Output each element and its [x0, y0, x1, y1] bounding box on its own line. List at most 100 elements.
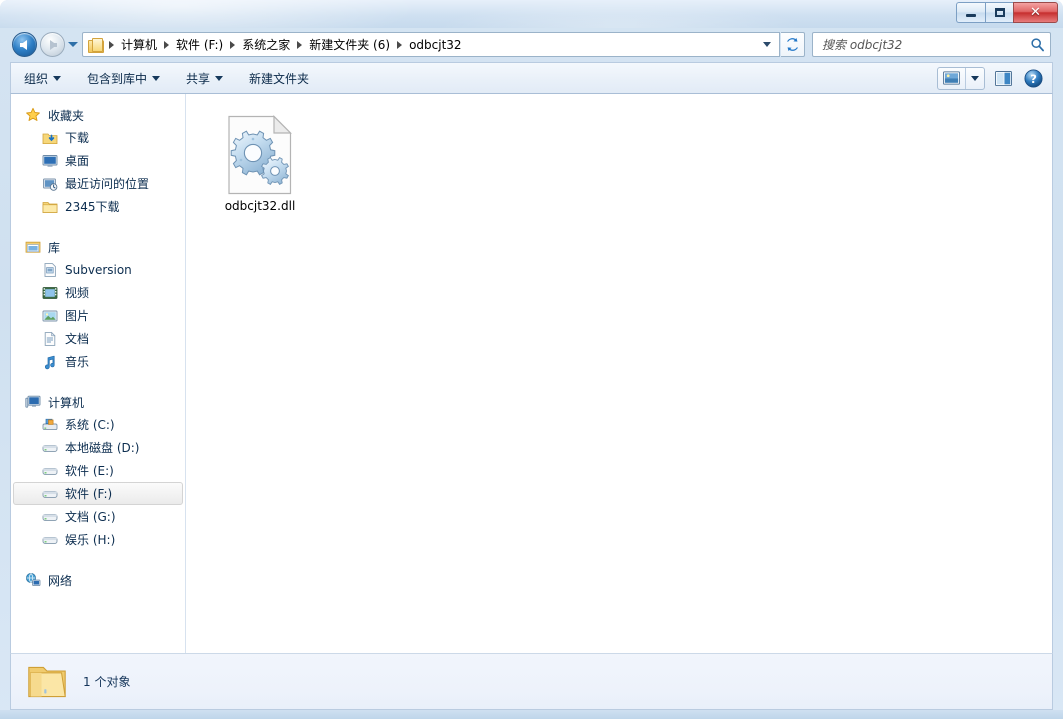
sidebar-header-favorites[interactable]: 收藏夹	[11, 104, 185, 126]
drive-icon	[42, 486, 58, 502]
breadcrumb-separator-icon[interactable]	[109, 41, 114, 49]
sidebar-item-label: 2345下载	[65, 198, 120, 215]
sidebar-item-label: 音乐	[65, 353, 89, 370]
sidebar-header-label: 计算机	[48, 394, 84, 411]
sidebar-header-label: 网络	[48, 572, 72, 589]
include-in-library-label: 包含到库中	[87, 70, 147, 87]
sidebar-item-label: 系统 (C:)	[65, 416, 115, 433]
organize-button[interactable]: 组织	[12, 65, 73, 92]
close-icon: ✕	[1030, 6, 1041, 19]
breadcrumb-item-2[interactable]: 系统之家	[238, 34, 294, 55]
sidebar-item-label: 桌面	[65, 152, 89, 169]
sidebar-header-network[interactable]: 网络	[11, 569, 185, 591]
close-button[interactable]: ✕	[1013, 2, 1058, 23]
library-icon	[25, 239, 41, 255]
sidebar-item-label: 视频	[65, 284, 89, 301]
new-folder-label: 新建文件夹	[249, 70, 309, 87]
nav-group-computer: 计算机 系统 (C:)	[11, 391, 185, 551]
download-folder-icon	[42, 130, 58, 146]
toolbar-right-group: ?	[937, 67, 1052, 90]
computer-icon	[25, 394, 41, 410]
breadcrumb-separator-icon[interactable]	[164, 41, 169, 49]
preview-pane-icon	[995, 71, 1012, 86]
breadcrumb: 计算机 软件 (F:) 系统之家 新建文件夹 (6) odbcjt32	[86, 34, 763, 55]
sidebar-item-drive-d[interactable]: 本地磁盘 (D:)	[13, 436, 183, 459]
maximize-icon	[995, 8, 1005, 17]
drive-icon	[42, 463, 58, 479]
folder-icon	[25, 662, 69, 702]
dll-gears-icon	[227, 115, 293, 195]
sidebar-item-label: 本地磁盘 (D:)	[65, 439, 139, 456]
minimize-icon	[966, 14, 976, 17]
sidebar-item-drive-h[interactable]: 娱乐 (H:)	[13, 528, 183, 551]
sidebar-item-documents[interactable]: 文档	[13, 327, 183, 350]
file-item[interactable]: odbcjt32.dll	[212, 110, 308, 220]
sidebar-header-computer[interactable]: 计算机	[11, 391, 185, 413]
view-dropdown-button[interactable]	[965, 68, 984, 89]
sidebar-item-drive-g[interactable]: 文档 (G:)	[13, 505, 183, 528]
documents-icon	[42, 331, 58, 347]
search-icon	[1024, 37, 1050, 52]
subversion-icon	[42, 262, 58, 278]
sidebar-item-desktop[interactable]: 桌面	[13, 149, 183, 172]
sidebar-item-label: 图片	[65, 307, 89, 324]
desktop-icon	[42, 153, 58, 169]
breadcrumb-separator-icon[interactable]	[297, 41, 302, 49]
titlebar[interactable]: ✕	[0, 0, 1063, 28]
back-button[interactable]	[12, 32, 37, 57]
sidebar-item-label: 软件 (F:)	[65, 485, 112, 502]
include-in-library-button[interactable]: 包含到库中	[75, 65, 172, 92]
sidebar-header-libraries[interactable]: 库	[11, 236, 185, 258]
drive-icon	[42, 509, 58, 525]
video-icon	[42, 285, 58, 301]
sidebar-item-pictures[interactable]: 图片	[13, 304, 183, 327]
view-options-group	[937, 67, 985, 90]
view-layout-icon	[943, 71, 960, 85]
address-bar[interactable]: 计算机 软件 (F:) 系统之家 新建文件夹 (6) odbcjt32	[82, 32, 780, 57]
recent-pages-chevron-icon[interactable]	[68, 42, 78, 47]
search-input[interactable]	[813, 38, 1024, 52]
help-button[interactable]: ?	[1022, 67, 1044, 89]
refresh-button[interactable]	[781, 32, 805, 57]
chevron-down-icon	[152, 76, 160, 81]
breadcrumb-item-4[interactable]: odbcjt32	[405, 36, 465, 54]
file-list-pane[interactable]: odbcjt32.dll	[186, 94, 1052, 653]
status-text: 1 个对象	[83, 673, 130, 690]
sidebar-item-music[interactable]: 音乐	[13, 350, 183, 373]
sidebar-item-drive-c[interactable]: 系统 (C:)	[13, 413, 183, 436]
breadcrumb-item-1[interactable]: 软件 (F:)	[172, 34, 227, 55]
forward-button[interactable]	[40, 32, 65, 57]
breadcrumb-separator-icon[interactable]	[230, 41, 235, 49]
sidebar-item-subversion[interactable]: Subversion	[13, 258, 183, 281]
sidebar-item-videos[interactable]: 视频	[13, 281, 183, 304]
command-toolbar: 组织 包含到库中 共享 新建文件夹	[10, 62, 1053, 94]
file-grid: odbcjt32.dll	[198, 106, 1052, 220]
sidebar-item-downloads[interactable]: 下载	[13, 126, 183, 149]
breadcrumb-item-0[interactable]: 计算机	[117, 34, 161, 55]
search-box[interactable]	[812, 32, 1051, 57]
maximize-button[interactable]	[985, 2, 1014, 23]
pictures-icon	[42, 308, 58, 324]
breadcrumb-item-3[interactable]: 新建文件夹 (6)	[305, 34, 394, 55]
preview-pane-button[interactable]	[991, 67, 1016, 90]
refresh-icon	[785, 37, 800, 52]
sidebar-item-drive-e[interactable]: 软件 (E:)	[13, 459, 183, 482]
folder-icon	[42, 199, 58, 215]
new-folder-button[interactable]: 新建文件夹	[237, 65, 321, 92]
navigation-pane[interactable]: 收藏夹 下载 桌面	[11, 94, 186, 653]
help-icon: ?	[1024, 69, 1043, 88]
breadcrumb-separator-icon[interactable]	[397, 41, 402, 49]
address-dropdown-icon[interactable]	[763, 42, 771, 47]
change-view-button[interactable]	[938, 71, 965, 85]
sidebar-item-label: 娱乐 (H:)	[65, 531, 115, 548]
sidebar-item-recent-places[interactable]: 最近访问的位置	[13, 172, 183, 195]
drive-icon	[42, 440, 58, 456]
music-icon	[42, 354, 58, 370]
sidebar-item-drive-f[interactable]: 软件 (F:)	[13, 482, 183, 505]
star-icon	[25, 107, 41, 123]
file-name-label: odbcjt32.dll	[225, 199, 296, 213]
minimize-button[interactable]	[956, 2, 985, 23]
sidebar-item-2345-downloads[interactable]: 2345下载	[13, 195, 183, 218]
share-with-button[interactable]: 共享	[174, 65, 235, 92]
status-bar: 1 个对象	[10, 653, 1053, 710]
